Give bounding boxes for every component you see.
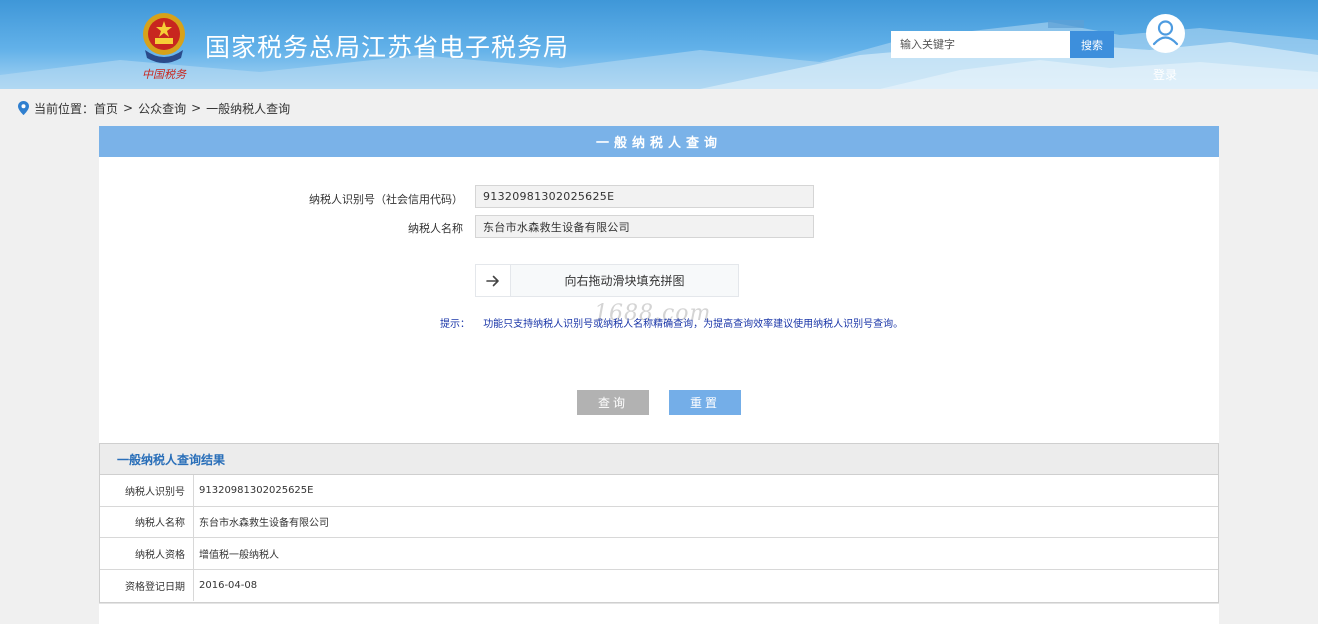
arrow-right-icon: [486, 275, 499, 286]
query-button[interactable]: 查询: [577, 390, 649, 415]
national-emblem-icon: 中国税务: [142, 13, 187, 81]
row-value: 增值税一般纳税人: [199, 549, 279, 561]
results-title: 一般纳税人查询结果: [100, 444, 1218, 475]
emblem-caption: 中国税务: [142, 68, 187, 81]
slider-instruction: 向右拖动滑块填充拼图: [564, 274, 685, 288]
slider-handle[interactable]: [476, 265, 511, 296]
hint-message: 功能只支持纳税人识别号或纳税人名称精确查询，为提高查询效率建议使用纳税人识别号查…: [483, 319, 904, 330]
row-value: 91320981302025625E: [199, 484, 314, 496]
taxpayer-id-label: 纳税人识别号（社会信用代码）: [309, 193, 463, 206]
site-header: 中国税务 国家税务总局江苏省电子税务局 搜索 登录: [0, 0, 1318, 89]
search-button[interactable]: 搜索: [1070, 31, 1114, 58]
taxpayer-name-field[interactable]: 东台市水森救生设备有限公司: [475, 215, 814, 238]
location-pin-icon: [18, 101, 29, 115]
table-row: 纳税人名称 东台市水森救生设备有限公司: [100, 506, 1218, 538]
taxpayer-id-field[interactable]: 91320981302025625E: [475, 185, 814, 208]
breadcrumb-current: 一般纳税人查询: [206, 101, 291, 116]
footer-band: [99, 603, 1219, 624]
mountain-background: [0, 20, 1318, 89]
row-key: 纳税人资格: [100, 538, 194, 569]
breadcrumb-prefix: 当前位置：: [34, 101, 95, 116]
hint-label: 提示：: [440, 319, 470, 330]
login-link[interactable]: 登录: [1153, 66, 1177, 83]
row-value: 2016-04-08: [199, 579, 258, 591]
row-value: 东台市水森救生设备有限公司: [199, 518, 329, 530]
panel-title: 一般纳税人查询: [99, 126, 1219, 157]
site-title: 国家税务总局江苏省电子税务局: [205, 33, 570, 62]
search-input[interactable]: [891, 31, 1070, 58]
reset-button[interactable]: 重置: [669, 390, 741, 415]
results-table: 一般纳税人查询结果 纳税人识别号 91320981302025625E 纳税人名…: [99, 443, 1219, 603]
user-avatar-icon[interactable]: [1146, 14, 1185, 53]
hint-text: 提示： 功能只支持纳税人识别号或纳税人名称精确查询，为提高查询效率建议使用纳税人…: [440, 315, 903, 330]
breadcrumb-separator: >: [191, 101, 202, 115]
taxpayer-name-label: 纳税人名称: [408, 222, 463, 235]
breadcrumb-public-query[interactable]: 公众查询: [138, 100, 186, 117]
row-key: 资格登记日期: [100, 569, 194, 601]
breadcrumb-separator: >: [123, 101, 134, 115]
breadcrumb-home[interactable]: 首页: [94, 100, 118, 117]
slider-captcha[interactable]: 向右拖动滑块填充拼图: [475, 264, 739, 297]
row-key: 纳税人名称: [100, 506, 194, 537]
query-panel: 一般纳税人查询 纳税人识别号（社会信用代码） 91320981302025625…: [99, 126, 1219, 443]
table-row: 纳税人资格 增值税一般纳税人: [100, 538, 1218, 570]
table-row: 纳税人识别号 91320981302025625E: [100, 475, 1218, 507]
table-row: 资格登记日期 2016-04-08: [100, 569, 1218, 601]
row-key: 纳税人识别号: [100, 475, 194, 506]
breadcrumb: 当前位置： 首页 > 公众查询 > 一般纳税人查询: [18, 100, 290, 116]
